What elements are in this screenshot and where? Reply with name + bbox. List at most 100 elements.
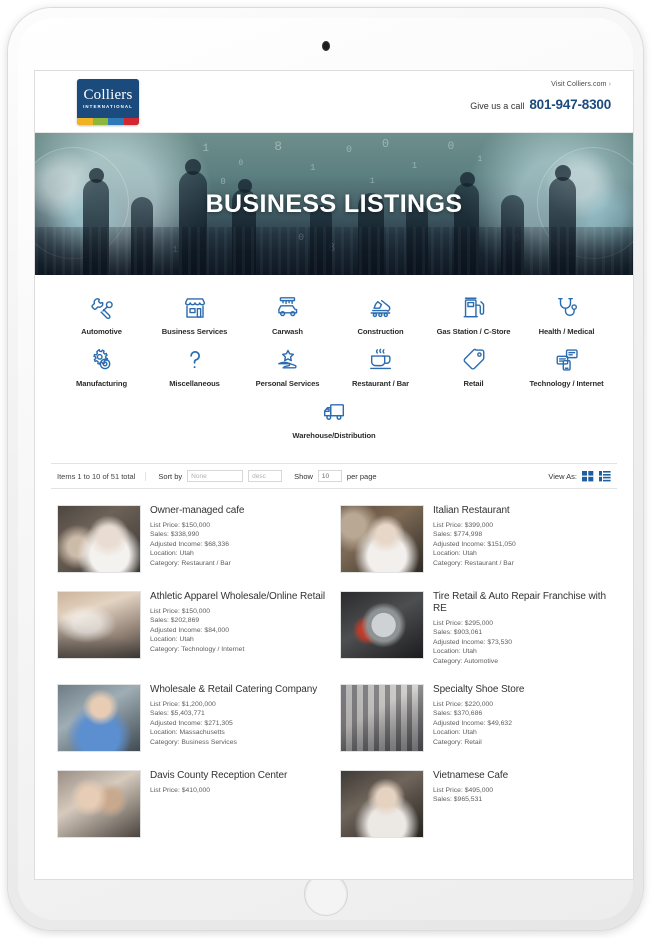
category-manufacturing[interactable]: Manufacturing bbox=[55, 345, 148, 388]
listing-toolbar: Items 1 to 10 of 51 total Sort by None d… bbox=[51, 463, 617, 489]
listing-card[interactable]: Athletic Apparel Wholesale/Online Retail… bbox=[51, 585, 334, 678]
grid-view-icon[interactable] bbox=[582, 470, 594, 482]
question-mark-icon bbox=[182, 345, 208, 375]
listing-thumbnail[interactable] bbox=[340, 591, 424, 659]
listing-grid: Owner-managed cafe List Price: $150,000 … bbox=[35, 489, 633, 850]
category-construction[interactable]: Construction bbox=[334, 293, 427, 336]
listing-title[interactable]: Wholesale & Retail Catering Company bbox=[150, 684, 328, 696]
listing-meta: List Price: $220,000 Sales: $370,686 Adj… bbox=[433, 700, 611, 747]
category-value: Automotive bbox=[463, 657, 498, 665]
category-carwash[interactable]: Carwash bbox=[241, 293, 334, 336]
category-technology-internet[interactable]: Technology / Internet bbox=[520, 345, 613, 388]
sales-label: Sales: bbox=[150, 710, 169, 718]
listing-details: Specialty Shoe Store List Price: $220,00… bbox=[433, 684, 611, 752]
adjusted-income-value: $49,632 bbox=[487, 719, 512, 727]
list-price-label: List Price: bbox=[150, 522, 180, 529]
sales-value: $903,061 bbox=[453, 629, 483, 637]
visit-colliers-link[interactable]: Visit Colliers.com › bbox=[470, 81, 611, 88]
list-price-value: $150,000 bbox=[181, 608, 211, 615]
listing-meta: List Price: $150,000 Sales: $202,869 Adj… bbox=[150, 607, 328, 654]
listing-title[interactable]: Davis County Reception Center bbox=[150, 770, 328, 782]
adjusted-income-value: $68,336 bbox=[204, 540, 229, 548]
list-price-value: $295,000 bbox=[464, 620, 494, 627]
city-skyline-overlay bbox=[35, 227, 633, 275]
colliers-logo[interactable]: Colliers INTERNATIONAL bbox=[77, 79, 139, 125]
listing-card[interactable]: Davis County Reception Center List Price… bbox=[51, 764, 334, 850]
list-price-label: List Price: bbox=[433, 787, 463, 795]
location-label: Location: bbox=[150, 729, 178, 737]
listing-thumbnail[interactable] bbox=[57, 684, 141, 753]
phone-number-link[interactable]: 801-947-8300 bbox=[529, 97, 611, 112]
sort-by-select[interactable]: None bbox=[187, 470, 244, 482]
logo-subtitle: INTERNATIONAL bbox=[83, 103, 133, 109]
location-value: Massachusetts bbox=[179, 729, 225, 737]
category-label: Health / Medical bbox=[538, 327, 595, 336]
sales-value: $774,998 bbox=[453, 531, 483, 539]
listing-card[interactable]: Tire Retail & Auto Repair Franchise with… bbox=[334, 585, 617, 678]
listing-card[interactable]: Wholesale & Retail Catering Company List… bbox=[51, 678, 334, 764]
sales-value: $370,686 bbox=[453, 710, 483, 718]
listing-title[interactable]: Specialty Shoe Store bbox=[433, 684, 611, 696]
category-label: Automotive bbox=[81, 327, 122, 336]
hero-banner: 1 0 8 1 0 0 1 0 1 0 1 0 8 8 1 bbox=[35, 133, 633, 275]
tablet-device-frame: Colliers INTERNATIONAL Visit Colliers.co… bbox=[8, 8, 643, 930]
adjusted-income-value: $73,530 bbox=[487, 638, 512, 646]
category-label: Construction bbox=[357, 327, 404, 336]
location-label: Location: bbox=[150, 550, 178, 558]
category-label: Category: bbox=[150, 645, 180, 653]
listing-card[interactable]: Owner-managed cafe List Price: $150,000 … bbox=[51, 499, 334, 585]
hero-title: BUSINESS LISTINGS bbox=[205, 190, 463, 218]
listing-thumbnail[interactable] bbox=[340, 770, 424, 839]
category-label: Technology / Internet bbox=[529, 379, 604, 388]
front-camera-icon bbox=[321, 41, 330, 51]
category-health-medical[interactable]: Health / Medical bbox=[520, 293, 613, 336]
listing-thumbnail[interactable] bbox=[57, 770, 141, 839]
category-gas-station[interactable]: Gas Station / C-Store bbox=[427, 293, 520, 336]
category-personal-services[interactable]: Personal Services bbox=[241, 345, 334, 388]
call-label: Give us a call bbox=[470, 101, 525, 111]
category-label: Category: bbox=[150, 559, 180, 567]
category-miscellaneous[interactable]: Miscellaneous bbox=[148, 345, 241, 388]
sales-label: Sales: bbox=[150, 531, 169, 539]
listing-card[interactable]: Vietnamese Cafe List Price: $495,000 Sal… bbox=[334, 764, 617, 850]
category-label: Warehouse/Distribution bbox=[292, 431, 376, 440]
listing-card[interactable]: Italian Restaurant List Price: $399,000 … bbox=[334, 499, 617, 585]
sales-label: Sales: bbox=[433, 531, 452, 539]
listing-title[interactable]: Athletic Apparel Wholesale/Online Retail bbox=[150, 591, 328, 603]
category-label: Manufacturing bbox=[75, 379, 127, 388]
listing-details: Davis County Reception Center List Price… bbox=[150, 770, 328, 838]
listing-details: Athletic Apparel Wholesale/Online Retail… bbox=[150, 591, 328, 666]
price-tag-icon bbox=[461, 345, 487, 375]
per-page-input[interactable]: 10 bbox=[317, 470, 342, 482]
listing-title[interactable]: Italian Restaurant bbox=[433, 505, 611, 517]
listing-thumbnail[interactable] bbox=[57, 591, 141, 659]
listing-thumbnail[interactable] bbox=[340, 684, 424, 753]
listing-details: Wholesale & Retail Catering Company List… bbox=[150, 684, 328, 752]
category-automotive[interactable]: Automotive bbox=[55, 293, 148, 336]
gears-icon bbox=[89, 345, 115, 375]
sales-label: Sales: bbox=[433, 629, 452, 637]
listing-card[interactable]: Specialty Shoe Store List Price: $220,00… bbox=[334, 678, 617, 764]
listing-title[interactable]: Owner-managed cafe bbox=[150, 505, 328, 517]
listing-details: Tire Retail & Auto Repair Franchise with… bbox=[433, 591, 611, 666]
category-label: Personal Services bbox=[255, 379, 320, 388]
listing-thumbnail[interactable] bbox=[57, 505, 141, 573]
listing-thumbnail[interactable] bbox=[340, 505, 424, 573]
category-label: Category: bbox=[433, 657, 463, 665]
category-retail[interactable]: Retail bbox=[427, 345, 520, 388]
listing-title[interactable]: Vietnamese Cafe bbox=[433, 770, 611, 782]
category-warehouse-distribution[interactable]: Warehouse/Distribution bbox=[282, 397, 386, 440]
adjusted-income-label: Adjusted Income: bbox=[433, 719, 486, 727]
location-label: Location: bbox=[150, 636, 178, 644]
adjusted-income-label: Adjusted Income: bbox=[433, 638, 486, 646]
list-view-icon[interactable] bbox=[599, 470, 611, 482]
listing-title[interactable]: Tire Retail & Auto Repair Franchise with… bbox=[433, 591, 611, 615]
sort-direction-select[interactable]: desc bbox=[248, 470, 283, 482]
carwash-icon bbox=[275, 293, 301, 323]
category-label: Category: bbox=[433, 738, 463, 746]
category-restaurant-bar[interactable]: Restaurant / Bar bbox=[334, 345, 427, 388]
show-per-page-controls: Show 10 per page bbox=[282, 470, 377, 482]
category-row-3: Warehouse/Distribution bbox=[55, 397, 613, 440]
category-business-services[interactable]: Business Services bbox=[148, 293, 241, 336]
truck-icon bbox=[321, 397, 347, 427]
